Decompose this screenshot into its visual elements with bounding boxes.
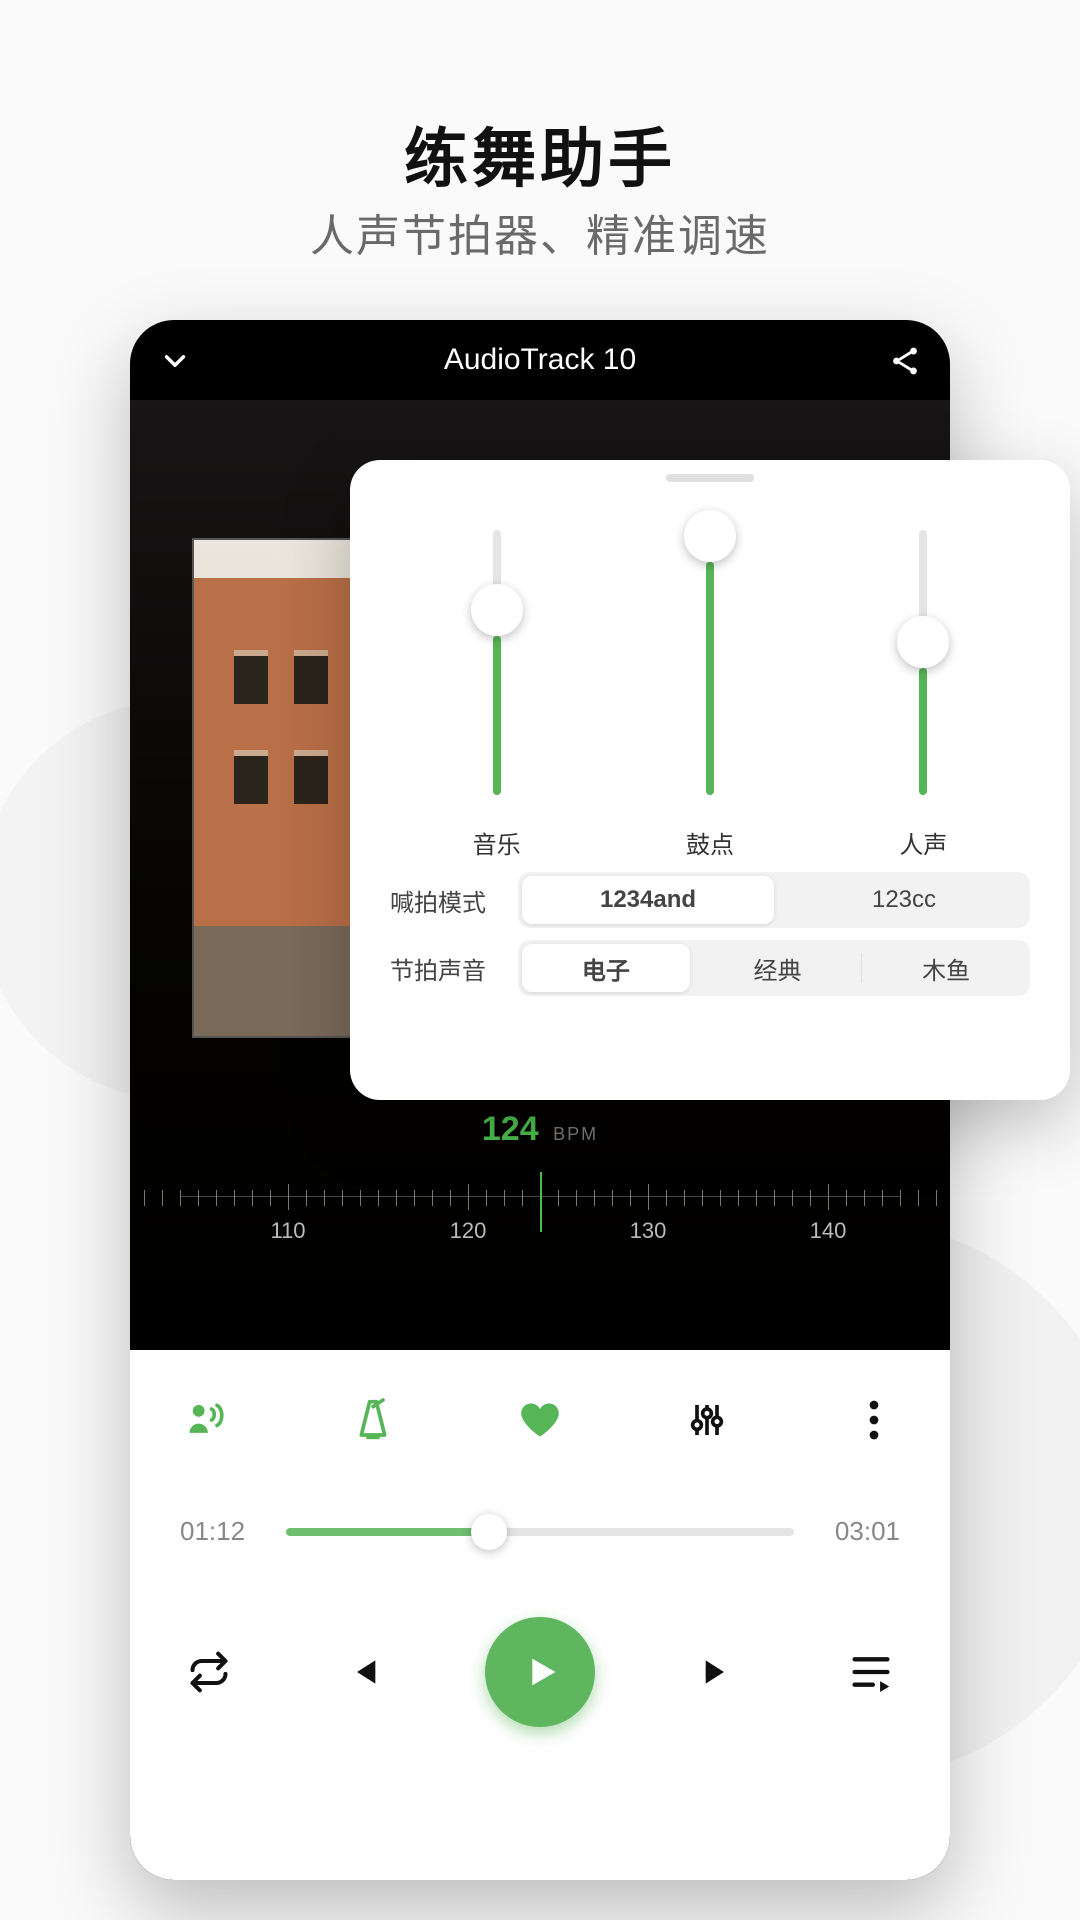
ruler-tick-label: 120 — [450, 1218, 487, 1244]
bpm-value: 124 — [482, 1110, 539, 1149]
seek-bar[interactable] — [286, 1528, 794, 1536]
beat-sound-segmented[interactable]: 电子经典木鱼 — [518, 940, 1030, 996]
heart-icon — [518, 1398, 562, 1442]
mixer-slider-label: 人声 — [899, 825, 947, 860]
bpm-ruler[interactable]: 110 120 130 140 — [180, 1170, 900, 1260]
promo-headline: 练舞助手 — [0, 108, 1080, 200]
next-button[interactable] — [690, 1643, 748, 1701]
segmented-option[interactable]: 123cc — [778, 872, 1030, 928]
sliders-icon — [687, 1398, 727, 1442]
ruler-tick-label: 110 — [270, 1218, 305, 1244]
skip-prev-icon — [342, 1652, 382, 1692]
ruler-needle — [540, 1172, 542, 1232]
player-header: AudioTrack 10 — [130, 320, 950, 400]
segmented-option[interactable]: 木鱼 — [862, 940, 1030, 996]
segmented-option[interactable]: 1234and — [522, 876, 774, 924]
equalizer-button[interactable] — [681, 1394, 733, 1446]
track-title: AudioTrack 10 — [444, 343, 636, 377]
bpm-unit: BPM — [553, 1124, 598, 1144]
promo-subhead: 人声节拍器、精准调速 — [0, 200, 1080, 264]
play-button[interactable] — [485, 1617, 595, 1727]
mixer-slider[interactable]: 人声 — [899, 530, 947, 860]
metronome-icon — [353, 1398, 393, 1442]
mixer-slider[interactable]: 鼓点 — [686, 530, 734, 860]
ruler-tick-label: 140 — [810, 1218, 847, 1244]
time-current: 01:12 — [180, 1516, 260, 1547]
ruler-tick-label: 130 — [630, 1218, 667, 1244]
share-icon — [888, 344, 922, 378]
skip-next-icon — [699, 1652, 739, 1692]
time-total: 03:01 — [820, 1516, 900, 1547]
mixer-slider-label: 鼓点 — [686, 825, 734, 860]
repeat-icon — [187, 1650, 231, 1694]
count-mode-segmented[interactable]: 1234and123cc — [518, 872, 1030, 928]
prev-button[interactable] — [333, 1643, 391, 1701]
more-vertical-icon — [868, 1400, 880, 1440]
play-icon — [517, 1649, 563, 1695]
favorite-button[interactable] — [514, 1394, 566, 1446]
segmented-option[interactable]: 电子 — [522, 944, 690, 992]
bpm-display: 124 BPM — [130, 1110, 950, 1149]
voice-count-button[interactable] — [180, 1394, 232, 1446]
voice-count-icon — [184, 1398, 228, 1442]
drag-handle[interactable] — [666, 474, 754, 482]
playlist-icon — [849, 1652, 893, 1692]
metronome-button[interactable] — [347, 1394, 399, 1446]
queue-button[interactable] — [842, 1643, 900, 1701]
count-mode-label: 喊拍模式 — [390, 883, 500, 918]
chevron-down-icon — [158, 344, 192, 378]
collapse-button[interactable] — [158, 344, 192, 378]
repeat-button[interactable] — [180, 1643, 238, 1701]
segmented-option[interactable]: 经典 — [694, 940, 862, 996]
share-button[interactable] — [888, 344, 922, 378]
beat-sound-label: 节拍声音 — [390, 951, 500, 986]
mixer-slider-label: 音乐 — [473, 825, 521, 860]
mixer-slider[interactable]: 音乐 — [473, 530, 521, 860]
metronome-settings-panel: 音乐 鼓点 人声 喊拍模式 1234and123cc 节拍声音 电子经典木鱼 — [350, 460, 1070, 1100]
more-button[interactable] — [848, 1394, 900, 1446]
